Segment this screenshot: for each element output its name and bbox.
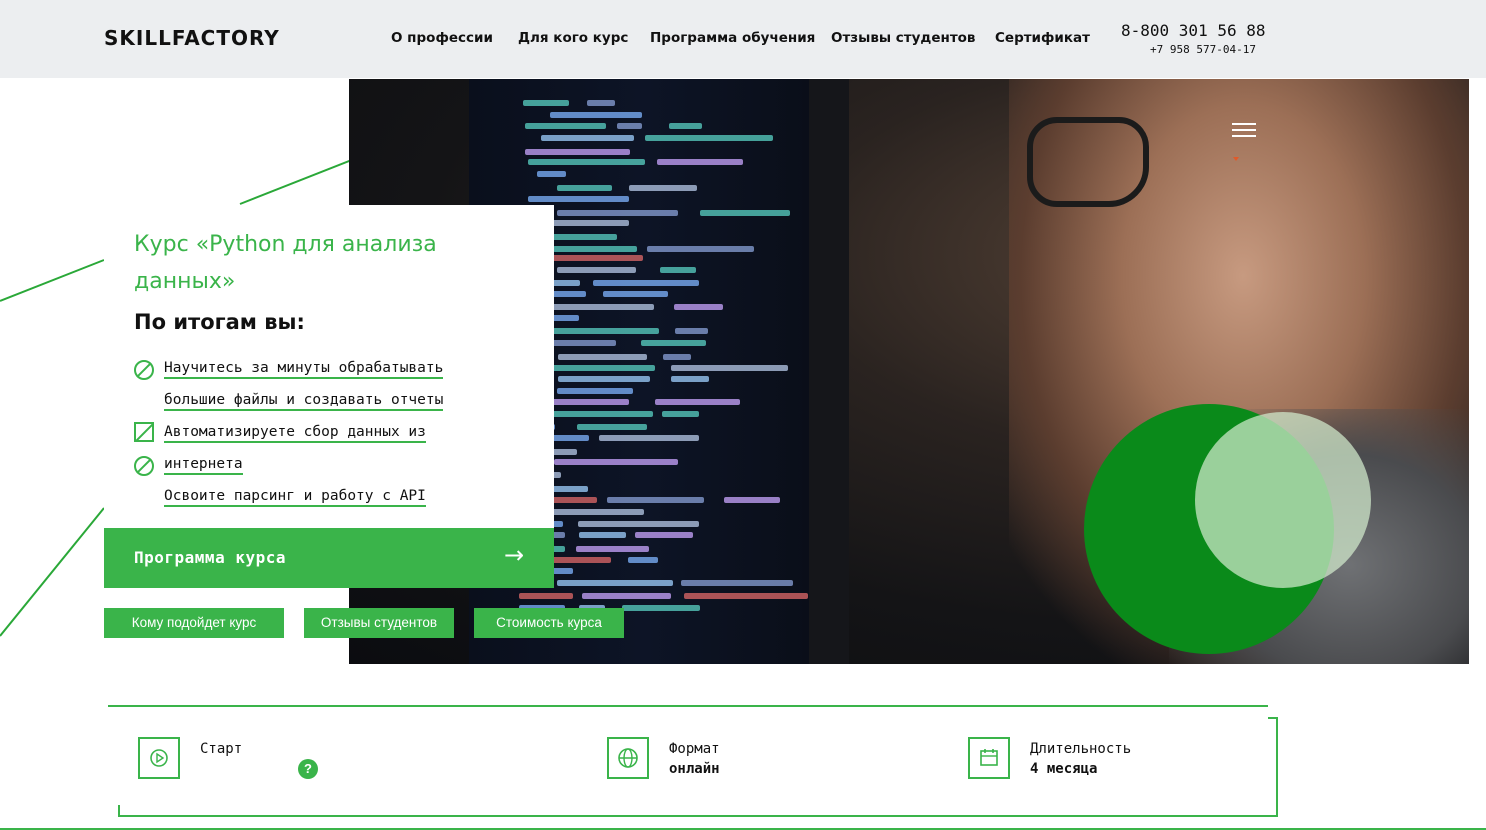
code-line	[540, 328, 659, 334]
code-line	[675, 328, 708, 334]
code-line	[669, 123, 702, 129]
code-line	[629, 185, 697, 191]
code-line	[641, 340, 706, 346]
format-value: онлайн	[669, 761, 720, 777]
code-line	[671, 376, 709, 382]
for-whom-button[interactable]: Кому подойдет курс	[104, 608, 284, 638]
code-line	[671, 365, 788, 371]
ban-icon	[134, 456, 154, 476]
code-line	[576, 546, 649, 552]
code-line	[528, 196, 629, 202]
code-line	[635, 532, 693, 538]
code-line	[663, 354, 691, 360]
code-line	[647, 246, 754, 252]
code-line	[700, 210, 790, 216]
code-line	[607, 497, 704, 503]
light-circle	[1195, 412, 1371, 588]
code-line	[558, 376, 650, 382]
program-button-label: Программа курса	[134, 548, 286, 567]
code-line	[674, 304, 723, 310]
code-line	[528, 159, 645, 165]
start-label: Старт	[200, 741, 243, 757]
format-label: Формат	[669, 741, 720, 757]
code-line	[617, 123, 642, 129]
bullet-item: Автоматизируете сбор данных из	[164, 424, 426, 443]
nav-reviews[interactable]: Отзывы студентов	[831, 30, 975, 46]
code-line	[587, 100, 615, 106]
code-line	[579, 532, 626, 538]
calendar-icon	[968, 737, 1010, 779]
nav-certificate[interactable]: Сертификат	[995, 30, 1090, 46]
globe-icon	[607, 737, 649, 779]
code-line	[557, 267, 636, 273]
help-icon[interactable]: ?	[298, 759, 318, 779]
code-line	[593, 280, 699, 286]
results-heading: По итогам вы:	[134, 310, 305, 334]
ban-icon	[134, 360, 154, 380]
code-line	[549, 365, 655, 371]
course-info-bar: Старт ? Формат онлайн Длительность 4 мес…	[108, 705, 1278, 817]
code-line	[645, 135, 773, 141]
bullet-item: Научитесь за минуты обрабатывать	[164, 360, 444, 379]
code-line	[603, 291, 668, 297]
duration-value: 4 месяца	[1030, 761, 1098, 777]
program-button[interactable]: Программа курса →	[104, 528, 554, 588]
code-line	[523, 100, 569, 106]
nav-for-whom[interactable]: Для кого курс	[518, 30, 628, 46]
code-line	[582, 593, 671, 599]
menu-indicator-icon	[1233, 157, 1239, 161]
code-line	[558, 354, 647, 360]
course-title: Курс «Python для анализа данных»	[134, 232, 437, 294]
play-icon	[138, 737, 180, 779]
code-line	[541, 135, 634, 141]
code-line	[557, 388, 633, 394]
code-line	[599, 435, 699, 441]
bullet-item: интернета	[164, 456, 243, 475]
bullet-item: Освоите парсинг и работу с API	[164, 488, 426, 507]
menu-icon[interactable]	[1232, 123, 1256, 141]
phone-secondary[interactable]: +7 958 577-04-17	[1150, 43, 1256, 56]
code-line	[724, 497, 780, 503]
checkbox-slash-icon	[134, 422, 154, 442]
phone-main[interactable]: 8-800 301 56 88	[1121, 21, 1266, 40]
reviews-button[interactable]: Отзывы студентов	[304, 608, 454, 638]
code-line	[546, 340, 616, 346]
nav-program[interactable]: Программа обучения	[650, 30, 815, 46]
code-line	[525, 149, 630, 155]
nav-about-profession[interactable]: О профессии	[391, 30, 493, 46]
code-line	[553, 246, 637, 252]
code-line	[628, 557, 658, 563]
code-line	[622, 605, 700, 611]
code-line	[547, 255, 643, 261]
code-line	[525, 123, 606, 129]
bullet-item: большие файлы и создавать отчеты	[164, 392, 444, 411]
code-line	[662, 411, 699, 417]
code-line	[557, 210, 678, 216]
arrow-right-icon: →	[504, 541, 525, 569]
price-button[interactable]: Стоимость курса	[474, 608, 624, 638]
logo[interactable]: SKILLFACTORY	[104, 26, 280, 50]
glasses	[1027, 117, 1149, 207]
code-line	[684, 593, 808, 599]
code-line	[577, 424, 647, 430]
code-line	[519, 593, 573, 599]
code-line	[660, 267, 696, 273]
code-line	[578, 521, 699, 527]
code-line	[557, 580, 673, 586]
code-line	[550, 112, 642, 118]
code-line	[554, 459, 678, 465]
code-line	[655, 399, 740, 405]
code-line	[537, 171, 566, 177]
duration-label: Длительность	[1030, 741, 1132, 757]
site-header: SKILLFACTORY О профессии Для кого курс П…	[0, 0, 1486, 78]
code-line	[547, 497, 597, 503]
code-line	[557, 185, 612, 191]
code-line	[681, 580, 793, 586]
code-line	[657, 159, 743, 165]
